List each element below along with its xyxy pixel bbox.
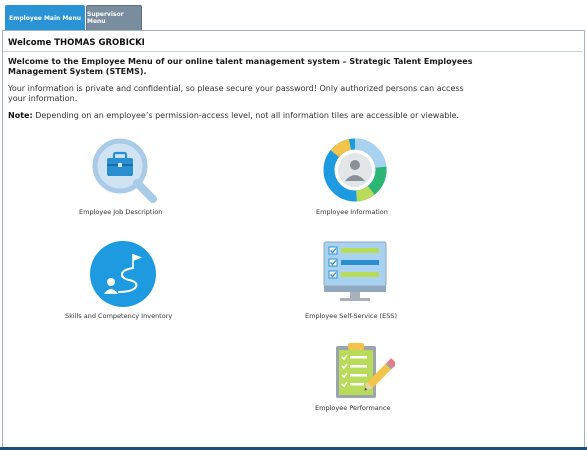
note-label: Note:	[8, 111, 33, 120]
performance-label: Employee Performance	[315, 404, 391, 412]
self-service-icon	[320, 240, 390, 306]
self-service-label: Employee Self-Service (ESS)	[305, 312, 397, 320]
tile-employee-information[interactable]: Employee Information	[300, 136, 420, 220]
skills-label: Skills and Competency Inventory	[65, 312, 173, 320]
note-text: Note: Depending on an employee’s permiss…	[8, 111, 528, 120]
tab-bar: Employee Main Menu Supervisor Menu	[0, 0, 587, 30]
divider	[3, 51, 583, 52]
note-body: Depending on an employee’s permission-ac…	[35, 111, 459, 120]
privacy-text: Your information is private and confiden…	[8, 84, 464, 103]
intro-text: Welcome to the Employee Menu of our onli…	[8, 57, 473, 76]
tile-self-service[interactable]: Employee Self-Service (ESS)	[300, 238, 420, 322]
employee-information-label: Employee Information	[316, 208, 388, 216]
tile-employee-performance[interactable]: Employee Performance	[305, 340, 415, 418]
tile-job-description[interactable]: Employee Job Description	[60, 136, 190, 220]
tab-employee-main-menu[interactable]: Employee Main Menu	[5, 5, 85, 30]
employee-information-icon	[321, 136, 389, 204]
job-description-label: Employee Job Description	[79, 208, 163, 216]
tile-skills-competency[interactable]: Skills and Competency Inventory	[55, 238, 195, 322]
skills-icon	[89, 240, 157, 308]
tab-supervisor-menu[interactable]: Supervisor Menu	[86, 5, 142, 30]
welcome-heading: Welcome THOMAS GROBICKI	[8, 38, 145, 48]
job-description-icon	[90, 136, 158, 204]
performance-icon	[329, 340, 395, 402]
